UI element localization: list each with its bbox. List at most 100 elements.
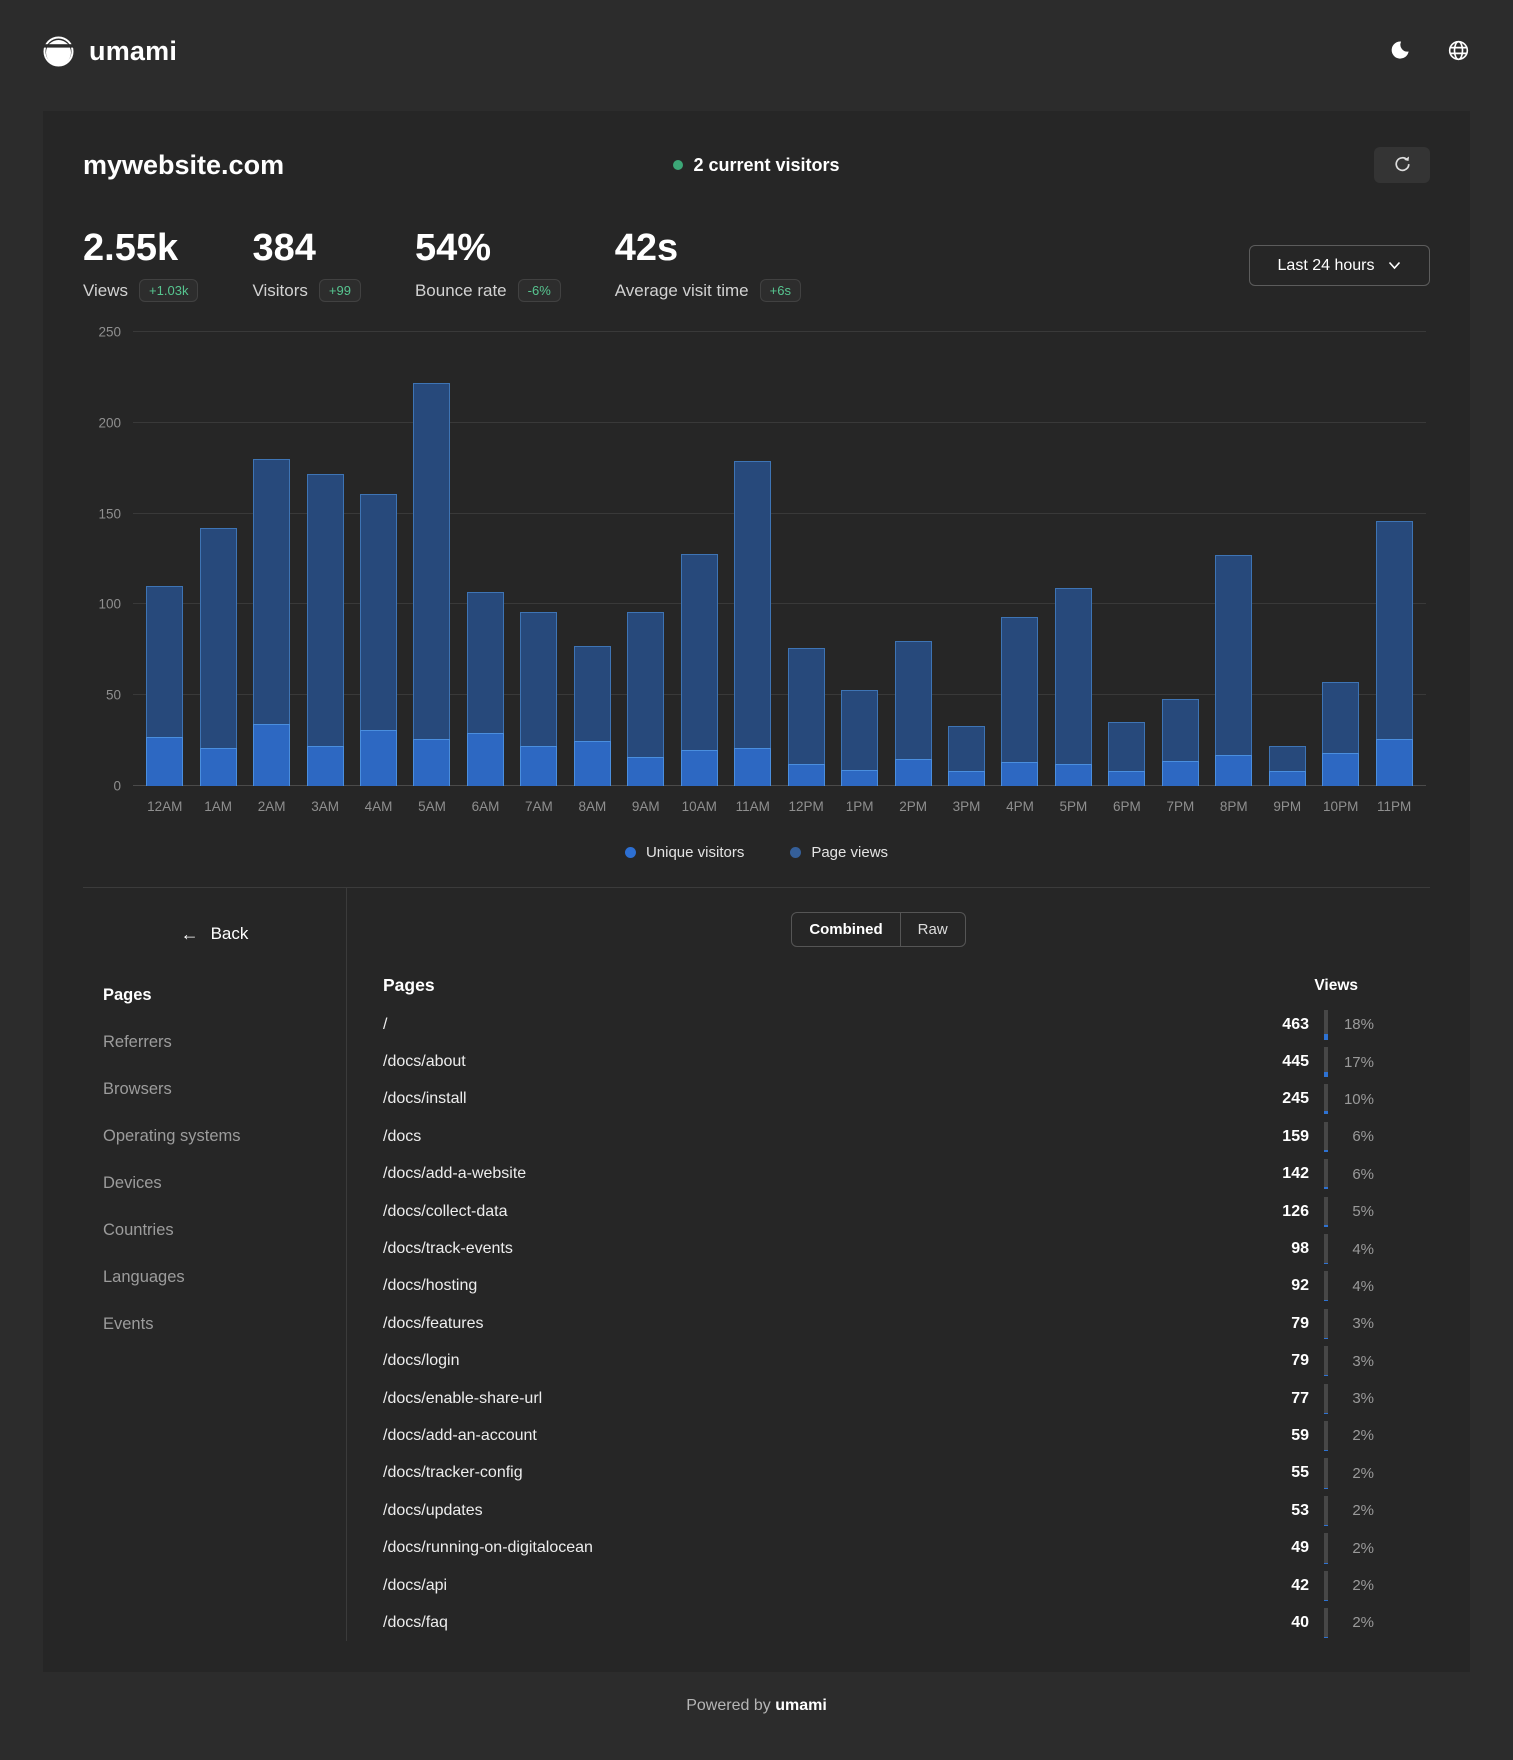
bar-slot <box>1154 332 1207 786</box>
page-path-link[interactable]: /docs/about <box>383 1053 1249 1071</box>
current-visitors: 2 current visitors <box>673 155 839 176</box>
page-path-link[interactable]: /docs/login <box>383 1352 1249 1370</box>
x-axis-label: 11AM <box>726 799 779 814</box>
refresh-button[interactable] <box>1374 147 1430 183</box>
column-header-pages: Pages <box>383 975 1314 996</box>
percent-meter-fill <box>1324 1187 1328 1189</box>
language-button[interactable] <box>1447 39 1470 65</box>
stat-label: Average visit time <box>615 281 749 301</box>
percent-value: 2% <box>1328 1540 1374 1557</box>
page-path-link[interactable]: /docs/add-a-website <box>383 1165 1249 1183</box>
pageviews-bar <box>1322 682 1359 786</box>
sidebar-item-referrers[interactable]: Referrers <box>83 1019 346 1066</box>
x-axis-label: 1PM <box>833 799 886 814</box>
legend-dot-icon <box>790 847 801 858</box>
page-path-link[interactable]: /docs/track-events <box>383 1240 1249 1258</box>
views-value: 42 <box>1249 1577 1309 1595</box>
table-row: /46318% <box>383 1006 1374 1043</box>
x-axis-label: 4PM <box>993 799 1046 814</box>
percent-meter <box>1324 1608 1328 1638</box>
percent-meter-fill <box>1324 1034 1328 1039</box>
sidebar-item-browsers[interactable]: Browsers <box>83 1066 346 1113</box>
current-visitors-label: 2 current visitors <box>693 155 839 176</box>
bar-slot <box>191 332 244 786</box>
site-title: mywebsite.com <box>83 150 673 181</box>
page-path-link[interactable]: /docs/faq <box>383 1614 1249 1632</box>
table-row: /docs/features793% <box>383 1305 1374 1342</box>
table-row: /docs/enable-share-url773% <box>383 1380 1374 1417</box>
table-row: /docs/faq402% <box>383 1604 1374 1641</box>
sidebar-item-languages[interactable]: Languages <box>83 1254 346 1301</box>
footer: Powered by umami <box>0 1697 1513 1715</box>
stat-item: 2.55kViews+1.03k <box>83 229 198 302</box>
x-axis-label: 8PM <box>1207 799 1260 814</box>
percent-value: 3% <box>1328 1315 1374 1332</box>
percent-meter <box>1324 1159 1328 1189</box>
x-axis-label: 2PM <box>886 799 939 814</box>
table-row: /docs/hosting924% <box>383 1268 1374 1305</box>
percent-value: 10% <box>1328 1091 1374 1108</box>
legend-item[interactable]: Page views <box>790 844 888 861</box>
percent-meter <box>1324 1309 1328 1339</box>
stat-label: Views <box>83 281 128 301</box>
date-range-value: Last 24 hours <box>1278 257 1375 275</box>
bar-slot <box>138 332 191 786</box>
column-header-views: Views <box>1314 977 1374 995</box>
back-button[interactable]: ← Back <box>181 924 249 944</box>
stat-value: 384 <box>252 229 361 267</box>
percent-meter-fill <box>1324 1563 1328 1564</box>
percent-meter <box>1324 1084 1328 1114</box>
pageviews-bar <box>895 641 932 786</box>
stat-change-badge: -6% <box>518 279 561 302</box>
percent-value: 6% <box>1328 1166 1374 1183</box>
page-path-link[interactable]: /docs/enable-share-url <box>383 1390 1249 1408</box>
page-path-link[interactable]: /docs/running-on-digitalocean <box>383 1539 1249 1557</box>
sidebar-item-events[interactable]: Events <box>83 1301 346 1348</box>
percent-value: 18% <box>1328 1016 1374 1033</box>
percent-meter-fill <box>1324 1150 1328 1152</box>
chevron-down-icon <box>1388 257 1401 275</box>
legend-item[interactable]: Unique visitors <box>625 844 744 861</box>
moon-icon <box>1389 39 1411 64</box>
page-path-link[interactable]: /docs/install <box>383 1090 1249 1108</box>
page-path-link[interactable]: /docs/api <box>383 1577 1249 1595</box>
table-row: /docs/collect-data1265% <box>383 1193 1374 1230</box>
visitors-bar <box>253 724 290 786</box>
visitors-bar <box>413 739 450 786</box>
page-path-link[interactable]: /docs/hosting <box>383 1277 1249 1295</box>
sidebar-item-operating-systems[interactable]: Operating systems <box>83 1113 346 1160</box>
percent-value: 2% <box>1328 1577 1374 1594</box>
stat-value: 2.55k <box>83 229 198 267</box>
sidebar-item-countries[interactable]: Countries <box>83 1207 346 1254</box>
metrics-sidebar: ← Back PagesReferrersBrowsersOperating s… <box>83 888 347 1641</box>
sidebar-item-pages[interactable]: Pages <box>83 972 346 1019</box>
percent-meter-fill <box>1324 1072 1328 1077</box>
x-axis-label: 1AM <box>191 799 244 814</box>
percent-meter-fill <box>1324 1413 1328 1414</box>
sidebar-item-devices[interactable]: Devices <box>83 1160 346 1207</box>
percent-meter-fill <box>1324 1637 1328 1638</box>
table-row: /docs/install24510% <box>383 1081 1374 1118</box>
bar-slot <box>673 332 726 786</box>
theme-toggle-button[interactable] <box>1389 39 1411 64</box>
x-axis-label: 3AM <box>298 799 351 814</box>
page-path-link[interactable]: /docs/updates <box>383 1502 1249 1520</box>
page-path-link[interactable]: /docs/add-an-account <box>383 1427 1249 1445</box>
x-axis-label: 9PM <box>1261 799 1314 814</box>
page-path-link[interactable]: /docs/features <box>383 1315 1249 1333</box>
page-path-link[interactable]: /docs/tracker-config <box>383 1464 1249 1482</box>
pageviews-bar <box>1376 521 1413 786</box>
page-path-link[interactable]: /docs/collect-data <box>383 1203 1249 1221</box>
table-row: /docs/add-an-account592% <box>383 1417 1374 1454</box>
toggle-raw[interactable]: Raw <box>900 913 965 946</box>
percent-meter-fill <box>1324 1338 1328 1339</box>
views-value: 98 <box>1249 1240 1309 1258</box>
bar-slot <box>1207 332 1260 786</box>
page-path-link[interactable]: /docs <box>383 1128 1249 1146</box>
toggle-combined[interactable]: Combined <box>792 913 899 946</box>
bar-slot <box>405 332 458 786</box>
page-path-link[interactable]: / <box>383 1016 1249 1034</box>
views-value: 77 <box>1249 1390 1309 1408</box>
date-range-select[interactable]: Last 24 hours <box>1249 245 1430 286</box>
pageviews-bar <box>734 461 771 786</box>
